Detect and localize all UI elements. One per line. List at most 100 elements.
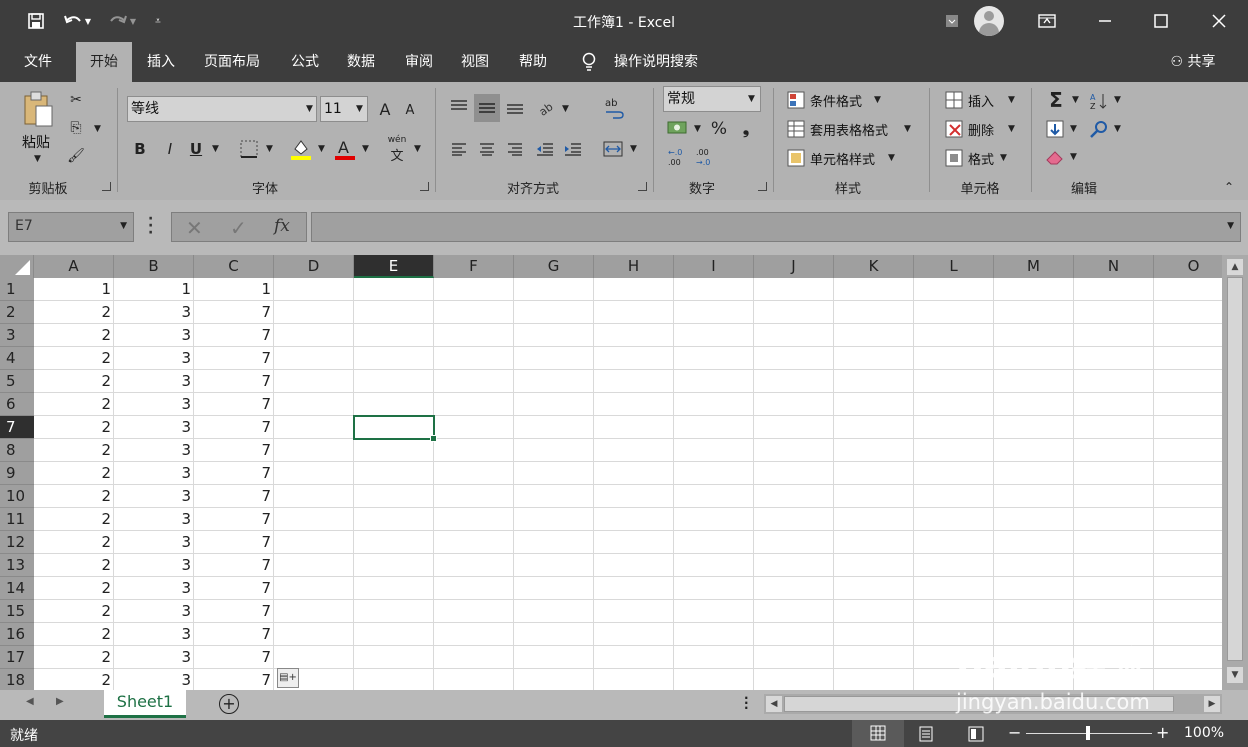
cell-c6[interactable]: 7 [194,393,274,416]
cell-c16[interactable]: 7 [194,623,274,646]
page-break-view-icon[interactable] [968,726,984,746]
tab-home[interactable]: 开始 [76,42,132,82]
active-cell-E7[interactable] [353,415,437,442]
format-table-button[interactable]: 套用表格格式 [810,120,888,139]
row-header-1[interactable]: 1 [0,278,34,301]
column-header-a[interactable]: A [34,255,114,278]
column-header-i[interactable]: I [674,255,754,278]
row-header-2[interactable]: 2 [0,301,34,324]
cell-a15[interactable]: 2 [34,600,114,623]
tab-data[interactable]: 数据 [336,42,386,82]
border-dropdown-icon[interactable]: ▼ [266,144,273,154]
cell-a13[interactable]: 2 [34,554,114,577]
find-select-dropdown-icon[interactable]: ▼ [1114,124,1121,134]
column-header-n[interactable]: N [1074,255,1154,278]
column-header-g[interactable]: G [514,255,594,278]
underline-button[interactable]: U [186,138,206,160]
merge-center-icon[interactable] [602,138,624,160]
tab-formulas[interactable]: 公式 [280,42,330,82]
cell-a9[interactable]: 2 [34,462,114,485]
worksheet-grid[interactable]: ABCDEFGHIJKLMNO 111122373237423752376237… [0,255,1222,690]
wrap-text-icon[interactable]: ab [602,94,626,122]
copy-dropdown-icon[interactable]: ▼ [94,124,101,134]
cell-c17[interactable]: 7 [194,646,274,669]
fill-color-dropdown-icon[interactable]: ▼ [318,144,325,154]
cell-b18[interactable]: 3 [114,669,194,690]
row-header-17[interactable]: 17 [0,646,34,669]
border-icon[interactable] [238,138,260,160]
row-header-4[interactable]: 4 [0,347,34,370]
alignment-launcher-icon[interactable] [638,182,647,191]
cell-a6[interactable]: 2 [34,393,114,416]
number-format-select[interactable]: 常规 [663,86,761,112]
zoom-level[interactable]: 100% [1184,725,1224,741]
paste-icon[interactable] [22,90,54,130]
formula-input[interactable]: ▼ [311,212,1241,242]
orientation-icon[interactable]: ab [536,96,558,118]
column-header-h[interactable]: H [594,255,674,278]
cell-b16[interactable]: 3 [114,623,194,646]
column-header-m[interactable]: M [994,255,1074,278]
row-header-6[interactable]: 6 [0,393,34,416]
paste-options-icon[interactable]: ▤+ [277,668,299,688]
increase-decimal-icon[interactable]: ←.0.00 [666,146,690,168]
tab-page-layout[interactable]: 页面布局 [194,42,270,82]
avatar[interactable] [974,6,1004,36]
cell-b15[interactable]: 3 [114,600,194,623]
fill-dropdown-icon[interactable]: ▼ [1070,124,1077,134]
comma-button[interactable]: ❟ [738,118,754,140]
zoom-out-icon[interactable]: − [1008,723,1021,742]
scroll-up-icon[interactable]: ▲ [1227,259,1243,275]
percent-button[interactable]: % [708,118,730,140]
cell-c15[interactable]: 7 [194,600,274,623]
collapse-ribbon-icon[interactable]: ⌃ [1220,180,1238,194]
delete-cells-dropdown-icon[interactable]: ▼ [1008,124,1015,134]
page-layout-view-icon[interactable] [918,726,934,746]
cell-styles-button[interactable]: 单元格样式 [810,149,875,168]
column-header-f[interactable]: F [434,255,514,278]
cell-b12[interactable]: 3 [114,531,194,554]
formula-bar-grip-icon[interactable]: · · · [148,212,156,240]
cancel-icon[interactable]: ✕ [186,216,203,240]
column-header-b[interactable]: B [114,255,194,278]
cell-c9[interactable]: 7 [194,462,274,485]
sheet-prev-icon[interactable]: ◀ [26,696,34,707]
autosum-icon[interactable]: Σ [1044,88,1068,112]
number-launcher-icon[interactable] [758,182,767,191]
zoom-slider-thumb[interactable] [1086,726,1090,740]
tab-review[interactable]: 审阅 [394,42,444,82]
align-right-icon[interactable] [504,138,526,160]
vertical-scroll-thumb[interactable] [1227,277,1243,661]
column-header-k[interactable]: K [834,255,914,278]
cell-c18[interactable]: 7 [194,669,274,690]
increase-indent-icon[interactable] [562,138,584,160]
cell-b9[interactable]: 3 [114,462,194,485]
row-header-11[interactable]: 11 [0,508,34,531]
name-box[interactable]: E7 ▼ [8,212,134,242]
sort-filter-dropdown-icon[interactable]: ▼ [1114,95,1121,105]
cell-a5[interactable]: 2 [34,370,114,393]
sort-filter-icon[interactable]: AZ [1088,90,1110,112]
cell-b3[interactable]: 3 [114,324,194,347]
cell-c11[interactable]: 7 [194,508,274,531]
tab-split-grip-icon[interactable]: · · · [744,692,749,714]
insert-cells-dropdown-icon[interactable]: ▼ [1008,95,1015,105]
clear-dropdown-icon[interactable]: ▼ [1070,152,1077,162]
zoom-in-icon[interactable]: + [1156,723,1169,742]
paste-button[interactable]: 粘贴 [22,132,50,152]
row-header-13[interactable]: 13 [0,554,34,577]
font-launcher-icon[interactable] [420,182,429,191]
cell-b8[interactable]: 3 [114,439,194,462]
column-header-c[interactable]: C [194,255,274,278]
format-cells-button[interactable]: 格式 [968,149,994,168]
decrease-indent-icon[interactable] [534,138,556,160]
fill-color-icon[interactable] [290,136,312,162]
conditional-format-button[interactable]: 条件格式 [810,91,862,110]
column-header-e[interactable]: E [354,255,434,278]
row-header-3[interactable]: 3 [0,324,34,347]
cell-a14[interactable]: 2 [34,577,114,600]
ribbon-display-options-icon[interactable] [1032,0,1062,42]
font-color-icon[interactable]: A [334,136,356,162]
currency-icon[interactable] [666,118,690,138]
column-header-l[interactable]: L [914,255,994,278]
